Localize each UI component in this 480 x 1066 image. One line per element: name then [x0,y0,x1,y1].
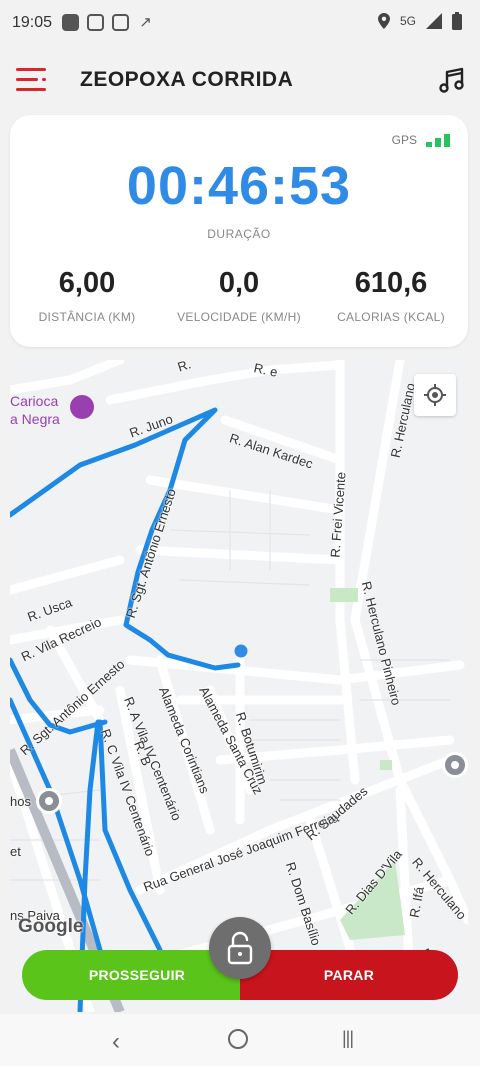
system-nav-bar: ‹ ||| [0,1014,480,1066]
hamburger-menu-icon[interactable] [16,68,46,92]
instagram-icon [112,14,129,31]
google-attribution: Google [18,916,84,937]
network-type: 5G [399,14,416,28]
place-label: et [10,844,21,859]
speed-label: VELOCIDADE (KM/H) [177,310,301,324]
gps-signal-bar [435,138,441,147]
speed-metric: 0,0 VELOCIDADE (KM/H) [164,267,314,324]
distance-metric: 6,00 DISTÂNCIA (KM) [12,267,162,324]
gps-indicator: GPS [392,133,450,147]
gps-label: GPS [391,133,417,147]
back-icon[interactable]: ‹ [112,1028,120,1056]
app-icon [62,14,79,31]
distance-value: 6,00 [58,267,116,299]
music-note-icon[interactable] [438,66,466,94]
app-bar: ZEOPOXA CORRIDA [0,46,480,114]
calories-value: 610,6 [354,267,428,299]
map-poi-pin[interactable] [36,788,62,814]
battery-icon [452,12,462,30]
location-icon [377,13,390,29]
map-poi-pin[interactable] [442,752,468,778]
calories-metric: 610,6 CALORIAS (KCAL) [316,267,466,324]
gps-signal-bar [444,134,450,147]
duration-label: DURAÇÃO [207,227,271,241]
signal-icon [426,13,442,29]
my-location-button[interactable] [414,374,456,416]
stop-button[interactable]: PARAR [240,950,458,1000]
status-system-icons: 5G [377,12,462,30]
distance-label: DISTÂNCIA (KM) [38,310,136,324]
status-time: 19:05 [12,14,53,31]
speed-value: 0,0 [218,267,260,299]
place-label: hos [10,794,31,809]
running-icon: ↗ [139,14,152,31]
unlock-icon [227,931,253,965]
calories-label: CALORIAS (KCAL) [337,310,445,324]
crosshair-icon [424,384,446,406]
status-notification-icons: ↗ [62,14,154,31]
instagram-icon [87,14,104,31]
map-view[interactable]: Carioca a Negra R. Juno R. Alan Kardec R… [10,360,468,1012]
stats-card: GPS 00:46:53 DURAÇÃO 6,00 DISTÂNCIA (KM)… [10,115,468,347]
gps-signal-bar [426,142,432,147]
poi-castle-icon[interactable] [70,395,94,419]
poi-label[interactable]: Carioca a Negra [10,392,60,428]
duration-value: 00:46:53 [126,156,352,216]
app-title: ZEOPOXA CORRIDA [80,68,294,91]
lock-button[interactable] [209,917,271,979]
recent-apps-icon[interactable]: ||| [342,1028,354,1049]
status-bar: 19:05 ↗ 5G [0,0,480,46]
home-icon[interactable] [228,1029,248,1049]
